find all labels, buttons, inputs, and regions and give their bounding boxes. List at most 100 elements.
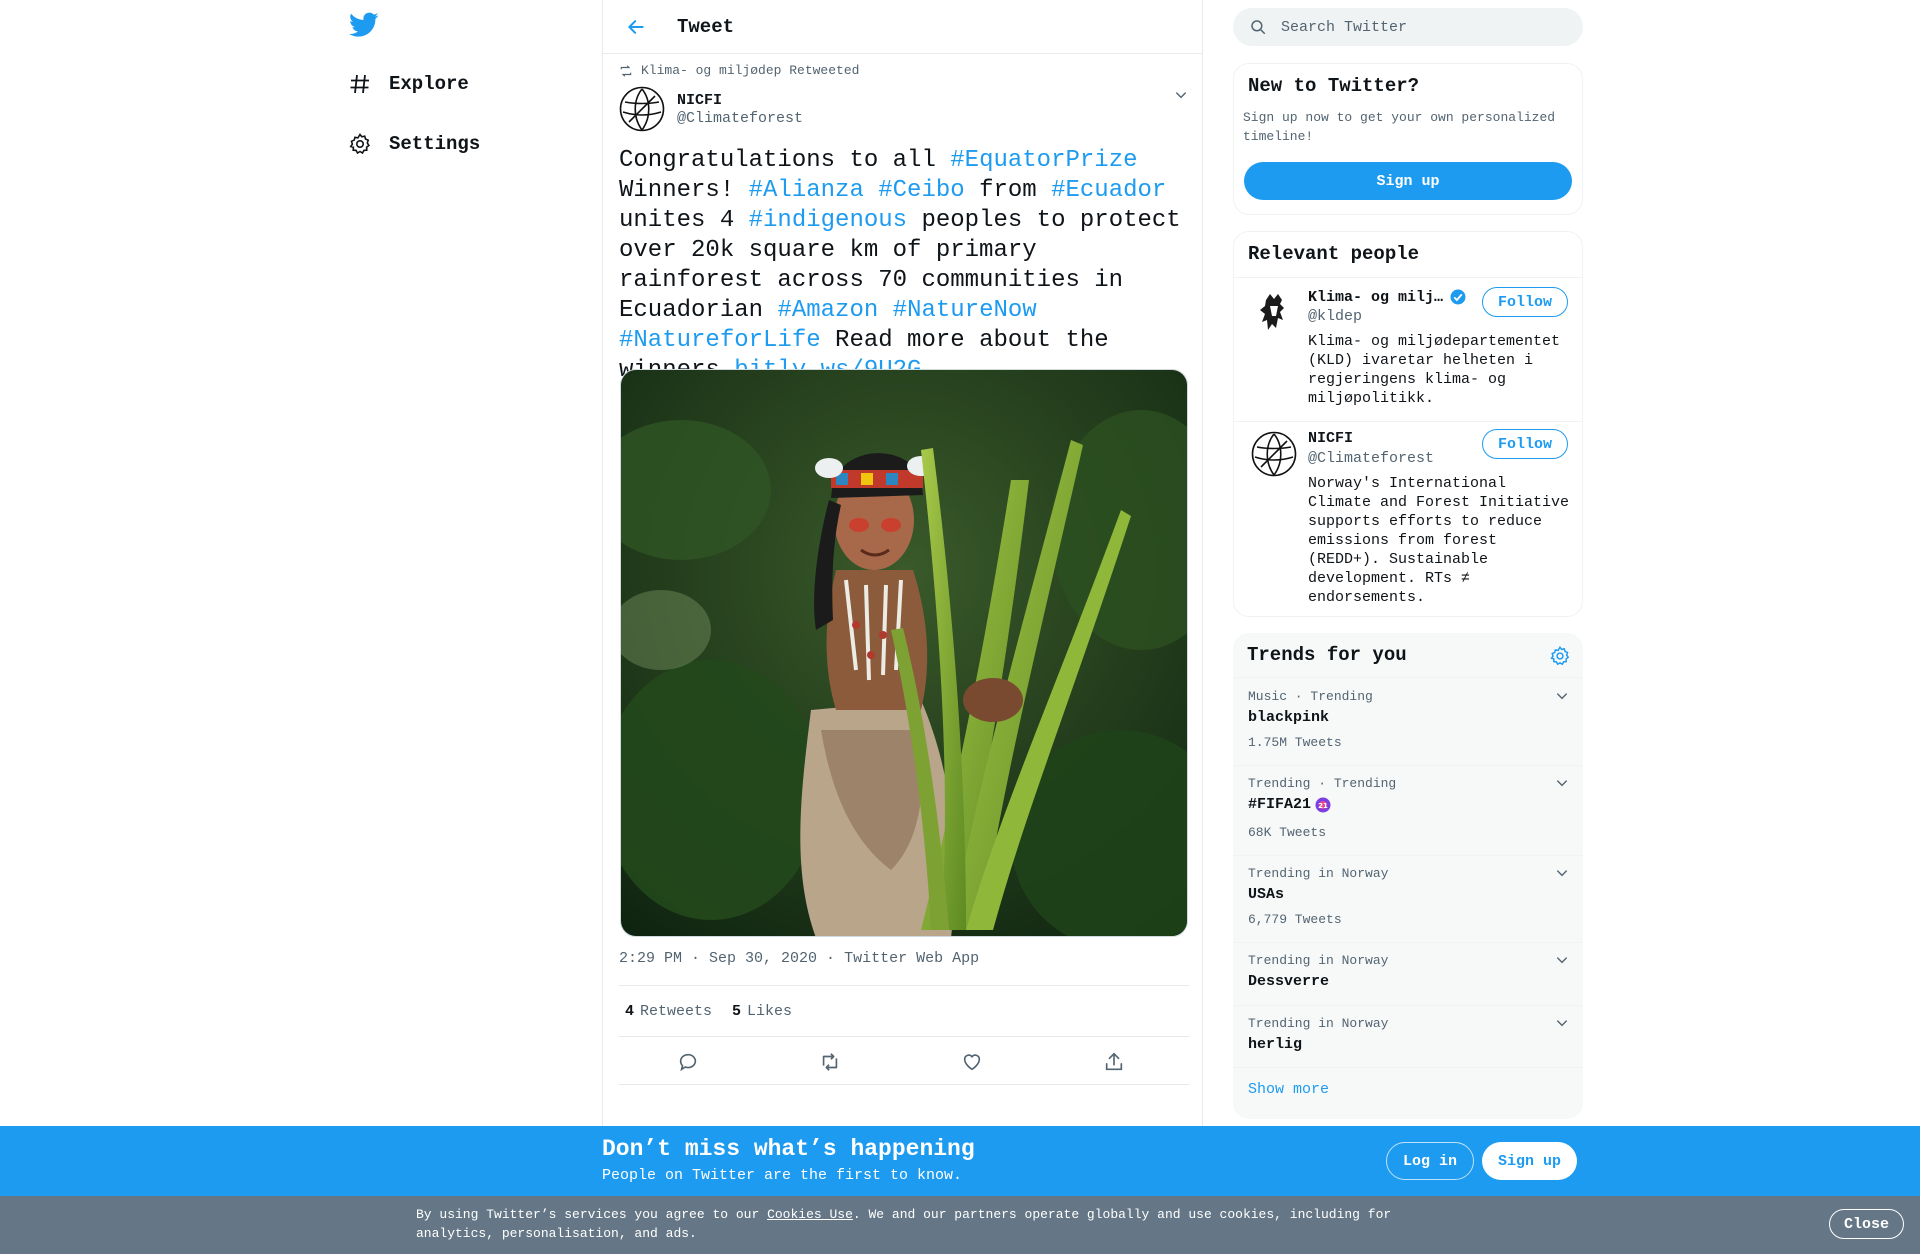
- cookies-use-link[interactable]: Cookies Use: [767, 1207, 853, 1222]
- trend-name: Dessverre: [1248, 973, 1330, 990]
- follow-button[interactable]: Follow: [1481, 429, 1568, 459]
- divider: [1233, 1005, 1583, 1006]
- hashtag-link[interactable]: #Ecuador: [1051, 177, 1166, 204]
- search-box[interactable]: [1233, 8, 1583, 46]
- chevron-down-icon[interactable]: [1555, 866, 1569, 885]
- chevron-down-icon[interactable]: [1555, 689, 1569, 708]
- trend-count: 68K Tweets: [1248, 825, 1327, 840]
- likes-count: 5: [732, 1002, 742, 1020]
- trend-context: Trending in Norway: [1248, 866, 1389, 881]
- tweet-source-app[interactable]: Twitter Web App: [844, 950, 979, 967]
- retweeted-by-label: Klima- og miljødep Retweeted: [641, 63, 860, 78]
- banner-title: Don’t miss what’s happening: [602, 1136, 975, 1162]
- gear-icon[interactable]: [1549, 645, 1571, 672]
- divider: [1233, 855, 1583, 856]
- tweet-photo[interactable]: [620, 369, 1188, 937]
- meta-separator: ·: [817, 950, 845, 967]
- new-to-twitter-subtitle: Sign up now to get your own personalized…: [1243, 110, 1556, 144]
- trend-item[interactable]: Music · Trending blackpink 1.75M Tweets: [1233, 689, 1583, 759]
- signup-banner: Don’t miss what’s happening People on Tw…: [0, 1126, 1920, 1196]
- trend-name-text: #FIFA21: [1248, 796, 1312, 813]
- sidebar-signup-button[interactable]: Sign up: [1244, 162, 1572, 200]
- tweet-author[interactable]: NICFI @Climateforest: [619, 86, 803, 132]
- likes-stat[interactable]: 5 Likes: [732, 1003, 792, 1020]
- tweet-text-part: [864, 177, 878, 204]
- trend-item[interactable]: Trending in Norway Dessverre: [1233, 953, 1583, 998]
- chevron-down-icon[interactable]: [1555, 776, 1569, 795]
- tweet-header: Tweet: [603, 0, 1202, 54]
- trends-card: Trends for you Music · Trending blackpin…: [1233, 633, 1583, 1119]
- page-title: Tweet: [677, 15, 735, 38]
- divider: [1233, 942, 1583, 943]
- tweet-text-part: [878, 297, 892, 324]
- nav-label-settings: Settings: [389, 133, 481, 155]
- tweet-text: Congratulations to all #EquatorPrize Win…: [619, 146, 1189, 386]
- trend-item[interactable]: Trending in Norway USAs 6,779 Tweets: [1233, 866, 1583, 936]
- hashtag-link[interactable]: #Alianza: [749, 177, 864, 204]
- tweet-text-part: Congratulations to all: [619, 147, 951, 174]
- nav-label-explore: Explore: [389, 73, 469, 95]
- hashtag-link[interactable]: #NatureNow: [893, 297, 1037, 324]
- trend-name: blackpink: [1248, 709, 1330, 726]
- back-arrow-icon[interactable]: [621, 12, 651, 42]
- banner-subtitle: People on Twitter are the first to know.: [602, 1167, 963, 1184]
- trend-name: herlig: [1248, 1036, 1303, 1053]
- relevant-people-card: Relevant people Klima- og milj… @kldep F…: [1233, 231, 1583, 617]
- person-name-text: Klima- og milj…: [1308, 288, 1444, 306]
- retweet-small-icon: [620, 64, 632, 77]
- like-heart-icon[interactable]: [959, 1049, 985, 1075]
- tweet-stats: 4 Retweets 5 Likes: [619, 985, 1189, 1037]
- person-name-text: NICFI: [1308, 430, 1354, 447]
- avatar[interactable]: [619, 86, 665, 132]
- retweet-icon[interactable]: [817, 1049, 843, 1075]
- twitter-bird-icon[interactable]: [349, 12, 381, 42]
- trend-context: Music · Trending: [1248, 689, 1373, 704]
- reply-icon[interactable]: [675, 1049, 701, 1075]
- login-button[interactable]: Log in: [1386, 1142, 1475, 1180]
- retweets-stat[interactable]: 4 Retweets: [625, 1003, 712, 1020]
- tweet-text-part: Winners!: [619, 177, 749, 204]
- avatar[interactable]: [1250, 430, 1298, 478]
- author-name: NICFI: [677, 91, 723, 109]
- person-bio: Klima- og miljødepartementet (KLD) ivare…: [1308, 333, 1561, 407]
- new-to-twitter-title: New to Twitter?: [1248, 75, 1420, 97]
- retweeted-by[interactable]: Klima- og miljødep Retweeted: [619, 63, 859, 78]
- hashtag-link[interactable]: #EquatorPrize: [950, 147, 1137, 174]
- banner-signup-button[interactable]: Sign up: [1482, 1142, 1578, 1180]
- likes-label: Likes: [747, 1002, 793, 1020]
- trend-item[interactable]: Trending · Trending #FIFA21 21 68K Tweet…: [1233, 776, 1583, 846]
- trend-item[interactable]: Trending in Norway herlig: [1233, 1016, 1583, 1061]
- nav-settings[interactable]: Settings: [345, 124, 480, 164]
- svg-text:21: 21: [1318, 802, 1328, 810]
- tweet-timestamp[interactable]: 2:29 PM · Sep 30, 2020: [619, 950, 817, 967]
- divider: [1233, 765, 1583, 766]
- retweets-count: 4: [625, 1002, 635, 1020]
- chevron-down-icon[interactable]: [1555, 1016, 1569, 1035]
- chevron-down-icon[interactable]: [1174, 88, 1188, 107]
- chevron-down-icon[interactable]: [1555, 953, 1569, 972]
- tweet-text-part: unites 4: [619, 207, 749, 234]
- tweet-column: Tweet Klima- og miljødep Retweeted NICFI…: [602, 0, 1203, 1130]
- fifa-hashflag-icon: 21: [1315, 797, 1331, 812]
- search-icon: [1251, 20, 1266, 35]
- divider: [1234, 421, 1582, 422]
- hashtag-link[interactable]: #indigenous: [749, 207, 907, 234]
- trend-count: 1.75M Tweets: [1248, 735, 1342, 750]
- hashtag-link[interactable]: #Ceibo: [878, 177, 964, 204]
- search-input[interactable]: [1281, 18, 1561, 36]
- trend-count: 6,779 Tweets: [1248, 912, 1342, 927]
- hashtag-link[interactable]: #Amazon: [777, 297, 878, 324]
- cookie-text: By using Twitter’s services you agree to…: [416, 1205, 1406, 1243]
- show-more-link[interactable]: Show more: [1248, 1081, 1329, 1098]
- cookie-text-part: By using Twitter’s services you agree to…: [416, 1207, 768, 1222]
- hashtag-link[interactable]: #NatureforLife: [619, 327, 821, 354]
- author-handle: @Climateforest: [677, 109, 804, 127]
- avatar[interactable]: [1250, 288, 1298, 336]
- share-icon[interactable]: [1101, 1049, 1127, 1075]
- trend-context: Trending in Norway: [1248, 1016, 1389, 1031]
- cookie-bar: By using Twitter’s services you agree to…: [0, 1196, 1920, 1254]
- nav-explore[interactable]: Explore: [345, 64, 469, 104]
- trend-name: USAs: [1248, 886, 1285, 903]
- follow-button[interactable]: Follow: [1481, 287, 1568, 317]
- cookie-close-button[interactable]: Close: [1829, 1209, 1905, 1239]
